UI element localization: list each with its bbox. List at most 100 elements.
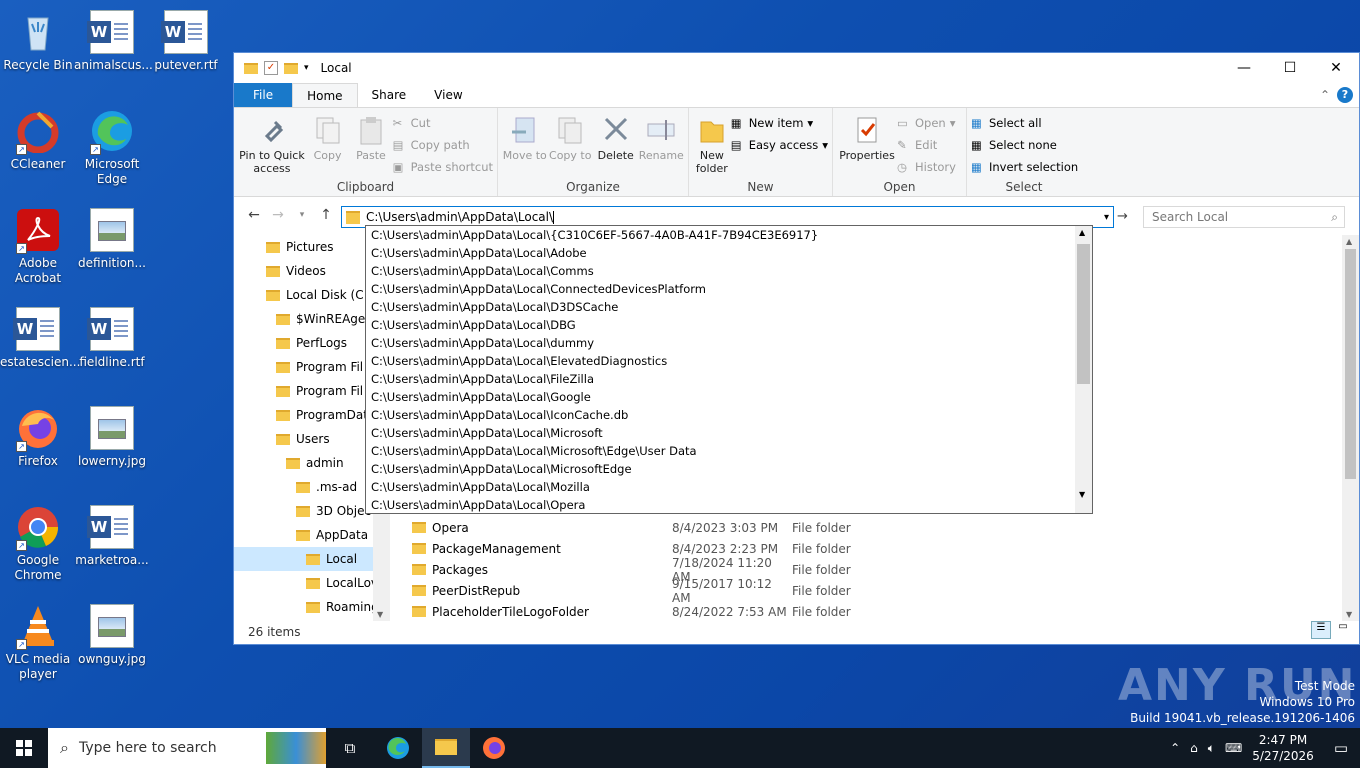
autocomplete-option[interactable]: C:\Users\admin\AppData\Local\D3DSCache	[366, 298, 1092, 316]
desktop-icon-definition[interactable]: definition...	[74, 202, 150, 271]
cut-button[interactable]: ✂ Cut	[393, 114, 493, 131]
notifications-icon[interactable]: ▭	[1334, 739, 1348, 757]
select-none-button[interactable]: ▦ Select none	[971, 136, 1078, 153]
autocomplete-option[interactable]: C:\Users\admin\AppData\Local\Opera	[366, 496, 1092, 513]
address-input[interactable]: C:\Users\admin\AppData\Local\	[366, 210, 553, 224]
desktop-icon-lowerny[interactable]: lowerny.jpg	[74, 400, 150, 469]
scroll-thumb[interactable]	[1345, 249, 1356, 479]
autocomplete-option[interactable]: C:\Users\admin\AppData\Local\ConnectedDe…	[366, 280, 1092, 298]
go-arrow-icon[interactable]: →	[1117, 209, 1128, 224]
autocomplete-option[interactable]: C:\Users\admin\AppData\Local\Comms	[366, 262, 1092, 280]
desktop-icon-vlc[interactable]: ↗ VLC media player	[0, 598, 76, 682]
address-autocomplete: ▲ ▼ C:\Users\admin\AppData\Local\{C310C6…	[365, 225, 1093, 514]
desktop-icon-marketroa[interactable]: W marketroa...	[74, 499, 150, 568]
maximize-button[interactable]: ☐	[1267, 53, 1313, 83]
desktop-icon-ccleaner[interactable]: ↗ CCleaner	[0, 103, 76, 172]
select-all-button[interactable]: ▦ Select all	[971, 114, 1078, 131]
file-list-scrollbar[interactable]: ▲ ▼	[1342, 235, 1359, 621]
minimize-button[interactable]: —	[1221, 53, 1267, 83]
properties-qa-icon[interactable]: ✓	[264, 61, 278, 75]
autocomplete-option[interactable]: C:\Users\admin\AppData\Local\Microsoft	[366, 424, 1092, 442]
autocomplete-option[interactable]: C:\Users\admin\AppData\Local\dummy	[366, 334, 1092, 352]
network-icon[interactable]: ⌂	[1190, 741, 1198, 755]
autocomplete-option[interactable]: C:\Users\admin\AppData\Local\FileZilla	[366, 370, 1092, 388]
desktop-icon-chrome[interactable]: ↗ Google Chrome	[0, 499, 76, 583]
paste-shortcut-button[interactable]: ▣ Paste shortcut	[393, 158, 493, 175]
tab-file[interactable]: File	[234, 83, 293, 107]
file-row[interactable]: Opera 8/4/2023 3:03 PM File folder	[412, 517, 851, 538]
nav-item[interactable]: LocalLov	[234, 571, 388, 595]
scroll-down-icon[interactable]: ▼	[1346, 610, 1352, 619]
edit-button[interactable]: ✎ Edit	[897, 136, 956, 153]
autocomplete-option[interactable]: C:\Users\admin\AppData\Local\MicrosoftEd…	[366, 460, 1092, 478]
search-icon: ⌕	[60, 738, 69, 757]
large-icons-view-button[interactable]: ▭	[1333, 621, 1353, 639]
autocomplete-option[interactable]: C:\Users\admin\AppData\Local\Google	[366, 388, 1092, 406]
nav-item[interactable]: Roaming	[234, 595, 388, 619]
desktop-icon-acrobat[interactable]: ↗ Adobe Acrobat	[0, 202, 76, 286]
close-button[interactable]: ✕	[1313, 53, 1359, 83]
desktop-icon-edge[interactable]: ↗ Microsoft Edge	[74, 103, 150, 187]
scroll-down-icon[interactable]: ▼	[377, 610, 383, 619]
autocomplete-scrollbar[interactable]: ▲ ▼	[1075, 226, 1092, 513]
copy-icon	[313, 114, 343, 146]
address-dropdown-icon[interactable]: ▾	[1104, 212, 1109, 223]
desktop-icon-estatescien[interactable]: W estatescien...	[0, 301, 80, 370]
autocomplete-option[interactable]: C:\Users\admin\AppData\Local\ElevatedDia…	[366, 352, 1092, 370]
file-row[interactable]: PlaceholderTileLogoFolder 8/24/2022 7:53 …	[412, 601, 851, 622]
scroll-down-icon[interactable]: ▼	[1079, 490, 1085, 499]
desktop-icon-animalscus[interactable]: W animalscus...	[74, 4, 153, 73]
forward-button[interactable]: →	[266, 207, 290, 223]
taskbar-search[interactable]: ⌕ Type here to search	[48, 728, 326, 768]
scroll-thumb[interactable]	[1077, 244, 1090, 384]
title-bar[interactable]: ✓ ▾ Local — ☐ ✕	[234, 53, 1359, 83]
search-input[interactable]: Search Local ⌕	[1143, 206, 1345, 228]
new-item-button[interactable]: ▦ New item ▾	[731, 114, 828, 131]
up-button[interactable]: ↑	[314, 207, 338, 223]
recycle-bin-icon	[16, 10, 60, 54]
chevron-down-icon[interactable]: ▾	[304, 63, 309, 73]
taskbar-file-explorer[interactable]	[422, 728, 470, 768]
desktop-icon-recycle-bin[interactable]: Recycle Bin	[0, 4, 76, 73]
scroll-up-icon[interactable]: ▲	[1346, 237, 1352, 246]
folder-icon	[276, 313, 290, 325]
desktop-icon-firefox[interactable]: ↗ Firefox	[0, 400, 76, 469]
desktop-icon-putever[interactable]: W putever.rtf	[148, 4, 224, 73]
autocomplete-option[interactable]: C:\Users\admin\AppData\Local\IconCache.d…	[366, 406, 1092, 424]
invert-selection-icon: ▦	[971, 159, 982, 174]
nav-item[interactable]: Local	[234, 547, 388, 571]
tab-view[interactable]: View	[420, 83, 476, 107]
autocomplete-option[interactable]: C:\Users\admin\AppData\Local\Microsoft\E…	[366, 442, 1092, 460]
taskbar-firefox[interactable]	[470, 728, 518, 768]
volume-icon[interactable]: 🔈︎	[1208, 741, 1215, 756]
details-view-button[interactable]: ☰	[1311, 621, 1331, 639]
input-method-icon[interactable]: ⌨	[1225, 741, 1242, 755]
task-view-button[interactable]: ⧉	[326, 728, 374, 768]
autocomplete-option[interactable]: C:\Users\admin\AppData\Local\Mozilla	[366, 478, 1092, 496]
back-button[interactable]: ←	[242, 207, 266, 223]
open-button[interactable]: ▭ Open ▾	[897, 114, 956, 131]
easy-access-button[interactable]: ▤ Easy access ▾	[731, 136, 828, 153]
taskbar-edge[interactable]	[374, 728, 422, 768]
history-button[interactable]: ◷ History	[897, 158, 956, 175]
desktop-icon-label: animalscus...	[74, 58, 153, 72]
file-row[interactable]: PeerDistRepub 9/15/2017 10:12 AM File fold…	[412, 577, 851, 605]
autocomplete-option[interactable]: C:\Users\admin\AppData\Local\{C310C6EF-5…	[366, 226, 1092, 244]
autocomplete-option[interactable]: C:\Users\admin\AppData\Local\Adobe	[366, 244, 1092, 262]
invert-selection-button[interactable]: ▦ Invert selection	[971, 158, 1078, 175]
clock[interactable]: 2:47 PM 5/27/2026	[1252, 732, 1314, 764]
help-icon[interactable]: ?	[1337, 87, 1353, 103]
recent-locations-button[interactable]: ▾	[290, 210, 314, 220]
nav-item[interactable]: AppData	[234, 523, 388, 547]
collapse-ribbon-icon[interactable]: ⌃	[1313, 83, 1337, 107]
desktop-icon-ownguy[interactable]: ownguy.jpg	[74, 598, 150, 667]
tab-share[interactable]: Share	[358, 83, 421, 107]
chevron-up-icon[interactable]: ⌃	[1170, 741, 1180, 755]
new-folder-qa-icon[interactable]	[284, 62, 298, 74]
start-button[interactable]	[0, 728, 48, 768]
tab-home[interactable]: Home	[292, 83, 358, 107]
desktop-icon-fieldline[interactable]: W fieldline.rtf	[74, 301, 150, 370]
copy-path-button[interactable]: ▤ Copy path	[393, 136, 493, 153]
scroll-up-icon[interactable]: ▲	[1079, 228, 1085, 237]
autocomplete-option[interactable]: C:\Users\admin\AppData\Local\DBG	[366, 316, 1092, 334]
